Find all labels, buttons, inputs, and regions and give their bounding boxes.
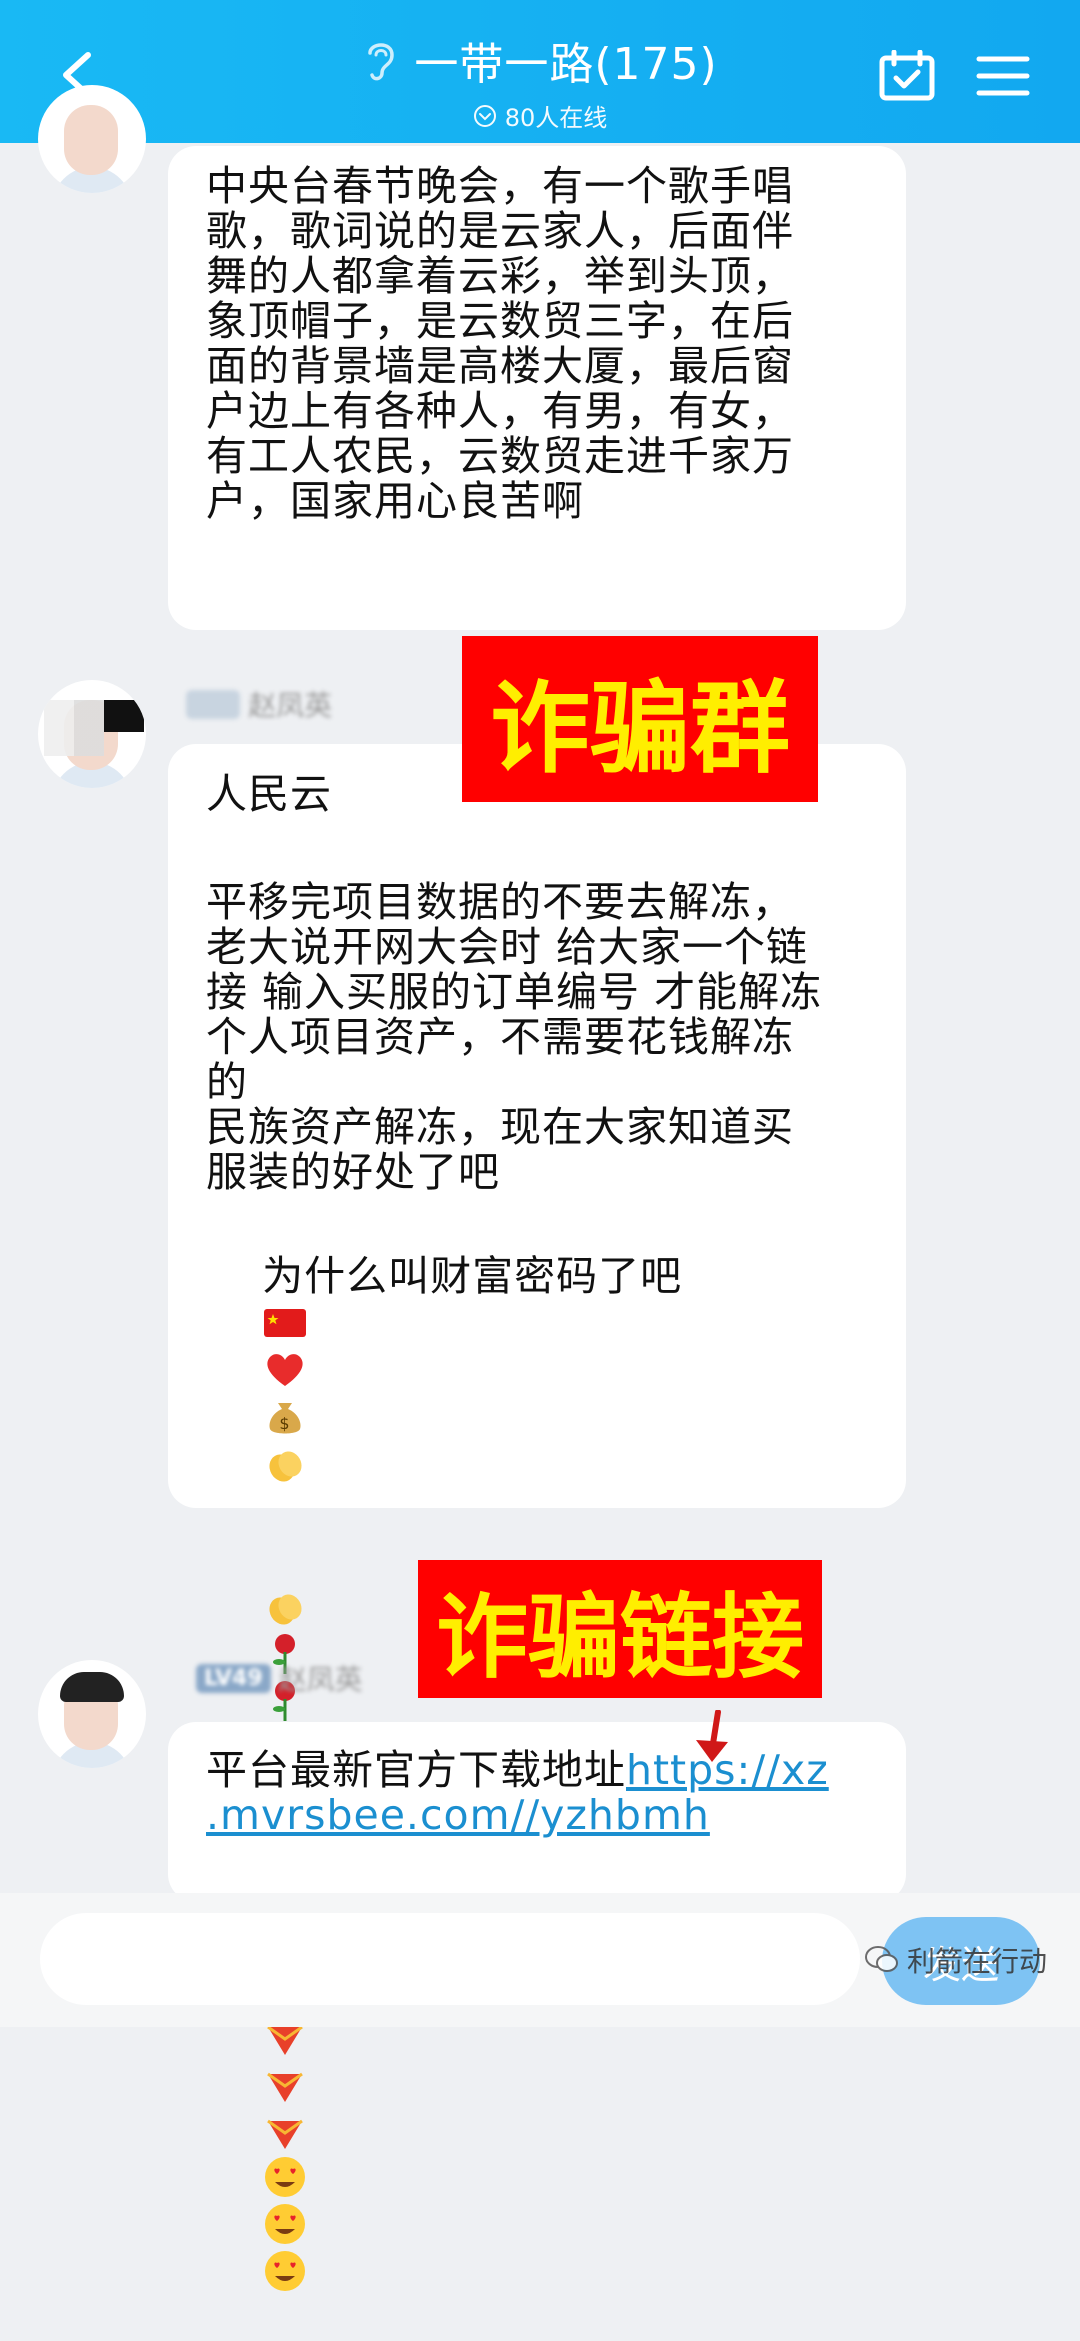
heart-eyes-emoji [265, 2157, 306, 2197]
red-arrow-down-icon [696, 1710, 728, 1762]
calendar-button[interactable] [878, 49, 936, 102]
message-text: 中央台春节晚会，有一个歌手唱 歌，歌词说的是云家人，后面伴 舞的人都拿着云彩，举… [206, 162, 794, 525]
message-line: 为什么叫财富密码了吧 [262, 1252, 683, 1300]
red-envelope-emoji [267, 2119, 304, 2149]
sender-avatar[interactable] [38, 680, 146, 788]
svg-text:$: $ [280, 1414, 291, 1433]
check-circle-icon [473, 104, 496, 127]
clapping-hands-emoji [269, 1451, 302, 1482]
heart-eyes-emoji [265, 2204, 306, 2244]
red-envelope-emoji [267, 2072, 304, 2102]
hamburger-menu-icon [976, 56, 1030, 96]
sender-avatar[interactable] [38, 85, 146, 193]
download-link-continued[interactable]: .mvrsbee.com//yzhbmh [206, 1791, 710, 1839]
menu-button[interactable] [976, 55, 1030, 97]
money-bag-emoji: $ [269, 1403, 301, 1434]
sender-nickname: 赵凤英 [186, 686, 332, 722]
fraud-link-stamp: 诈骗链接 [418, 1560, 822, 1698]
level-badge [186, 689, 241, 719]
message-input[interactable] [40, 1913, 860, 2005]
message-bubble[interactable]: 中央台春节晚会，有一个歌手唱 歌，歌词说的是云家人，后面伴 舞的人都拿着云彩，举… [168, 146, 906, 630]
heart-eyes-emoji [265, 2251, 306, 2291]
message-bubble[interactable]: 平台最新官方下载地址https://xz .mvrsbee.com//yzhbm… [168, 1722, 906, 1902]
group-title: 一带一路(175) [414, 39, 718, 90]
online-count: 80人在线 [504, 104, 608, 132]
message-text: 平台最新官方下载地址 [206, 1746, 626, 1794]
message-line [206, 817, 874, 862]
chat-header: 一带一路(175) 80人在线 [0, 0, 1080, 143]
fraud-group-stamp: 诈骗群 [462, 636, 818, 802]
sender-nickname: LV49 赵凤英 [196, 1660, 363, 1696]
clapping-hands-emoji [269, 1594, 302, 1625]
message-line: 平移完项目数据的不要去解冻， 老大说开网大会时 给大家一个链 接 输入买服的订单… [206, 878, 823, 1196]
red-heart-emoji [267, 1354, 303, 1386]
level-badge: LV49 [196, 1663, 271, 1693]
watermark: 利箭在行动 [865, 1940, 1047, 1980]
calendar-check-icon [879, 49, 935, 101]
sender-avatar[interactable] [38, 1660, 146, 1768]
ear-icon [368, 43, 395, 81]
flag-cn-emoji [264, 1309, 307, 1337]
message-bubble[interactable]: 人民云 平移完项目数据的不要去解冻， 老大说开网大会时 给大家一个链 接 输入买… [168, 744, 906, 2291]
wechat-icon [865, 1946, 898, 1972]
